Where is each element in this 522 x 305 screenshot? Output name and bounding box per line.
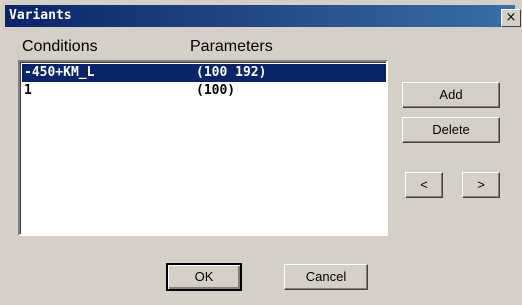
previous-button[interactable]: < — [405, 172, 443, 198]
window-title: Variants — [9, 8, 72, 23]
next-button[interactable]: > — [462, 172, 500, 198]
conditions-header: Conditions — [22, 38, 98, 55]
list-item[interactable]: 1 (100) — [22, 82, 386, 100]
add-button-label: Add — [439, 87, 463, 102]
list-item[interactable]: -450+KM_L (100 192) — [22, 64, 386, 82]
variants-dialog: Variants × Conditions Parameters -450+KM… — [0, 0, 522, 305]
title-bar[interactable]: Variants × — [5, 5, 521, 27]
variants-list[interactable]: -450+KM_L (100 192) 1 (100) — [18, 60, 388, 236]
condition-cell: 1 — [24, 83, 32, 98]
delete-button[interactable]: Delete — [402, 117, 500, 143]
parameters-header: Parameters — [190, 38, 273, 55]
close-button[interactable]: × — [501, 9, 521, 27]
ok-button[interactable]: OK — [166, 263, 242, 291]
chevron-right-icon: > — [477, 177, 485, 192]
condition-cell: -450+KM_L — [24, 65, 95, 80]
delete-button-label: Delete — [432, 122, 470, 137]
close-icon: × — [505, 10, 517, 25]
cancel-button-label: Cancel — [305, 269, 347, 284]
parameters-cell: (100) — [196, 83, 236, 98]
cancel-button[interactable]: Cancel — [284, 264, 368, 290]
parameters-cell: (100 192) — [196, 65, 267, 80]
chevron-left-icon: < — [420, 177, 428, 192]
ok-button-label: OK — [194, 269, 214, 284]
add-button[interactable]: Add — [402, 82, 500, 108]
